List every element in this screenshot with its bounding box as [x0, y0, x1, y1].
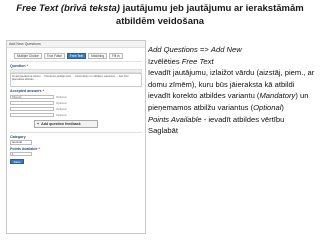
tab-fill-in[interactable]: Fill in [109, 53, 123, 59]
tab-free-text[interactable]: Free Text [66, 53, 87, 59]
answer-input[interactable] [10, 100, 54, 105]
category-label: Category [10, 135, 26, 139]
save-button[interactable]: Save [10, 159, 24, 164]
slide-title-line1: jautājumu jeb jautājumu ar ierakstāmām [119, 3, 304, 14]
points-input[interactable]: 1 [10, 151, 32, 156]
answer-optional-note: Optional [56, 94, 67, 99]
step-enter-answers: ievadīt korekto atbildes variantu (Manda… [148, 91, 309, 112]
slide-title-italic: Free Text (brīvā teksta) [16, 3, 120, 14]
slide-title-line2: atbildēm veidošana [115, 16, 205, 27]
answer-optional-note: Optional [56, 100, 67, 105]
accepted-answers-label: Accepted answers * [10, 89, 44, 93]
add-feedback-button[interactable]: + Add question feedback [34, 120, 98, 128]
answer-row: Optional [10, 106, 142, 111]
answer-row: Pilsonis Optional [10, 94, 142, 99]
question-editor[interactable]: Ievadi jautājuma tekstu ... Pievienot ja… [10, 73, 142, 87]
tab-true-false[interactable]: True False [43, 53, 65, 59]
step-save: Saglabāt [148, 126, 178, 136]
slide-title: Free Text (brīvā teksta) jautājumu jeb j… [0, 2, 320, 28]
answer-input[interactable] [10, 106, 54, 111]
question-type-tabs: Multiple Choice True False Free Text Mat… [14, 53, 145, 59]
answer-input[interactable] [10, 112, 54, 117]
add-feedback-label: Add question feedback [41, 122, 81, 126]
answer-optional-note: Optional [56, 112, 67, 117]
embedded-screenshot: Add New Questions Multiple Choice True F… [6, 40, 146, 234]
points-label: Points Available * [10, 146, 40, 151]
answer-row: Optional [10, 112, 142, 117]
answer-row: Optional [10, 100, 142, 105]
divider [10, 61, 142, 62]
step-add-questions: Add Questions => Add New [148, 45, 242, 54]
answer-input[interactable]: Pilsonis [10, 94, 54, 99]
question-label: Question * [10, 64, 28, 68]
step-enter-question: Ievadīt jautājumu, izlaižot vārdu (aizst… [148, 68, 315, 89]
category-select[interactable]: General [10, 140, 32, 145]
answer-optional-note: Optional [56, 106, 67, 111]
step-points: Points Available - ievadīt atbildes vērt… [148, 114, 285, 124]
tab-matching[interactable]: Matching [88, 53, 108, 59]
plus-icon: + [37, 121, 40, 126]
window-titlebar: Add New Questions [7, 41, 145, 48]
step-choose-free-text: Izvēlēties Free Text [148, 56, 214, 66]
divider [10, 132, 142, 133]
tab-multiple-choice[interactable]: Multiple Choice [14, 53, 42, 59]
instruction-steps: Add Questions => Add New Izvēlēties Free… [148, 44, 318, 137]
window-title: Add New Questions [9, 42, 41, 46]
